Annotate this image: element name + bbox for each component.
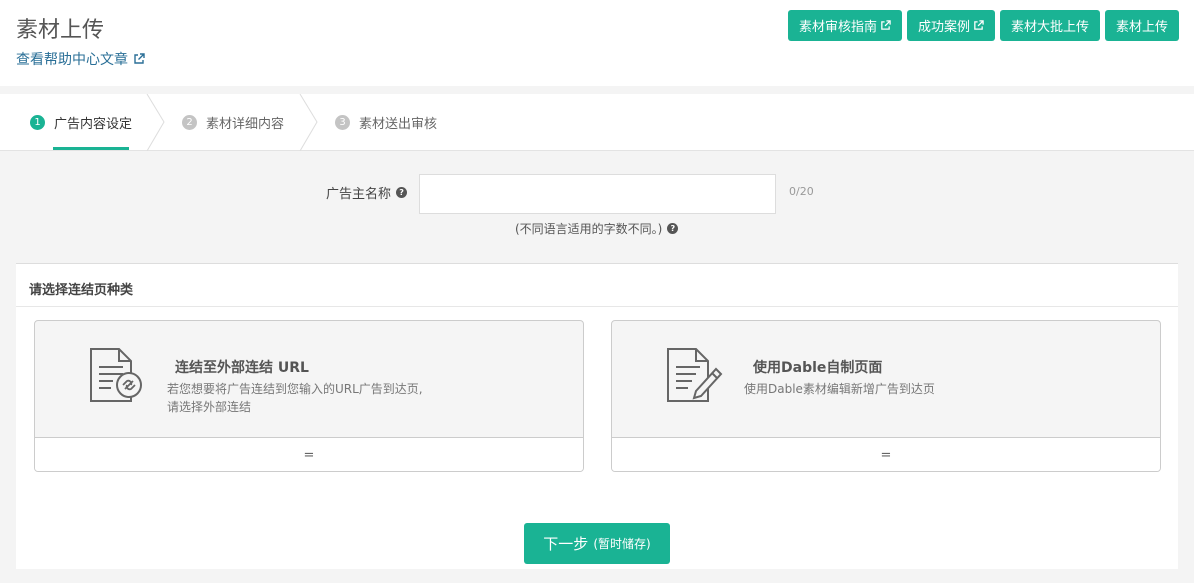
help-center-link[interactable]: 查看帮助中心文章 bbox=[16, 49, 145, 69]
success-cases-button[interactable]: 成功案例 bbox=[906, 10, 995, 41]
option-footer: = bbox=[35, 437, 583, 471]
option-description-line: 使用Dable素材编辑新增广告到达页 bbox=[744, 382, 935, 396]
page-title: 素材上传 bbox=[16, 18, 105, 43]
character-counter: 0/20 bbox=[789, 185, 814, 198]
step-separator bbox=[146, 94, 165, 151]
option-footer: = bbox=[612, 437, 1160, 471]
step-label: 素材送出审核 bbox=[359, 116, 438, 132]
advertiser-name-label: 广告主名称 ? bbox=[326, 183, 408, 202]
character-hint: (不同语言适用的字数不同。) ? bbox=[515, 220, 679, 237]
link-type-title: 请选择连结页种类 bbox=[29, 283, 134, 298]
active-step-underline bbox=[53, 147, 129, 150]
option-description: 若您想要将广告连结到您输入的URL广告到达页, 请选择外部连结 bbox=[167, 380, 467, 416]
success-cases-button-label: 成功案例 bbox=[917, 20, 970, 35]
option-description: 使用Dable素材编辑新增广告到达页 bbox=[744, 380, 1044, 398]
question-circle-icon[interactable]: ? bbox=[667, 223, 679, 234]
step-number: 2 bbox=[182, 114, 197, 130]
bulk-upload-button[interactable]: 素材大批上传 bbox=[999, 10, 1100, 41]
document-link-icon bbox=[90, 348, 142, 402]
advertiser-name-input[interactable] bbox=[419, 174, 776, 214]
question-circle-icon[interactable]: ? bbox=[396, 187, 408, 198]
external-url-option[interactable]: 连结至外部连结 URL 若您想要将广告连结到您输入的URL广告到达页, 请选择外… bbox=[34, 320, 584, 472]
upload-button[interactable]: 素材上传 bbox=[1104, 10, 1179, 41]
header-button-group: 素材审核指南 成功案例 素材大批上传 素材上传 bbox=[787, 10, 1179, 41]
option-description-line: 若您想要将广告连结到您输入的URL广告到达页, bbox=[167, 382, 423, 396]
step-label: 广告内容设定 bbox=[54, 116, 133, 132]
option-description-line: 请选择外部连结 bbox=[167, 400, 252, 414]
page-header: 素材上传 查看帮助中心文章 素材审核指南 成功案例 素材大批上传 素材上传 bbox=[0, 0, 1194, 86]
upload-button-label: 素材上传 bbox=[1115, 20, 1168, 35]
option-body: 连结至外部连结 URL 若您想要将广告连结到您输入的URL广告到达页, 请选择外… bbox=[35, 321, 583, 437]
character-hint-text: (不同语言适用的字数不同。) bbox=[515, 222, 663, 236]
external-link-icon bbox=[881, 20, 891, 30]
next-step-button[interactable]: 下一步 (暂时储存) bbox=[524, 523, 670, 564]
option-title: 连结至外部连结 URL bbox=[175, 360, 309, 376]
help-center-link-label: 查看帮助中心文章 bbox=[16, 52, 128, 68]
next-step-button-label: 下一步 bbox=[543, 535, 589, 553]
step-ad-content[interactable]: 1 广告内容设定 bbox=[30, 94, 132, 150]
page: 素材上传 查看帮助中心文章 素材审核指南 成功案例 素材大批上传 素材上传 1 … bbox=[0, 0, 1194, 583]
document-edit-icon bbox=[667, 348, 723, 402]
option-body: 使用Dable自制页面 使用Dable素材编辑新增广告到达页 bbox=[612, 321, 1160, 437]
step-indicator: 1 广告内容设定 2 素材详细内容 3 素材送出审核 bbox=[0, 94, 1194, 151]
external-link-icon bbox=[974, 20, 984, 30]
step-material-details[interactable]: 2 素材详细内容 bbox=[182, 94, 284, 150]
review-guide-button-label: 素材审核指南 bbox=[798, 20, 877, 35]
step-separator bbox=[299, 94, 318, 151]
step-number: 1 bbox=[30, 114, 45, 130]
advertiser-name-label-text: 广告主名称 bbox=[326, 187, 392, 202]
step-submit-review[interactable]: 3 素材送出审核 bbox=[335, 94, 437, 150]
bulk-upload-button-label: 素材大批上传 bbox=[1010, 20, 1089, 35]
step-label: 素材详细内容 bbox=[206, 116, 285, 132]
step-number: 3 bbox=[335, 114, 350, 130]
review-guide-button[interactable]: 素材审核指南 bbox=[787, 10, 902, 41]
link-type-panel-header: 请选择连结页种类 bbox=[16, 264, 1178, 307]
next-step-button-sublabel: (暂时储存) bbox=[593, 537, 651, 551]
option-title: 使用Dable自制页面 bbox=[753, 360, 883, 376]
external-link-icon bbox=[134, 53, 145, 64]
dable-page-option[interactable]: 使用Dable自制页面 使用Dable素材编辑新增广告到达页 = bbox=[611, 320, 1161, 472]
